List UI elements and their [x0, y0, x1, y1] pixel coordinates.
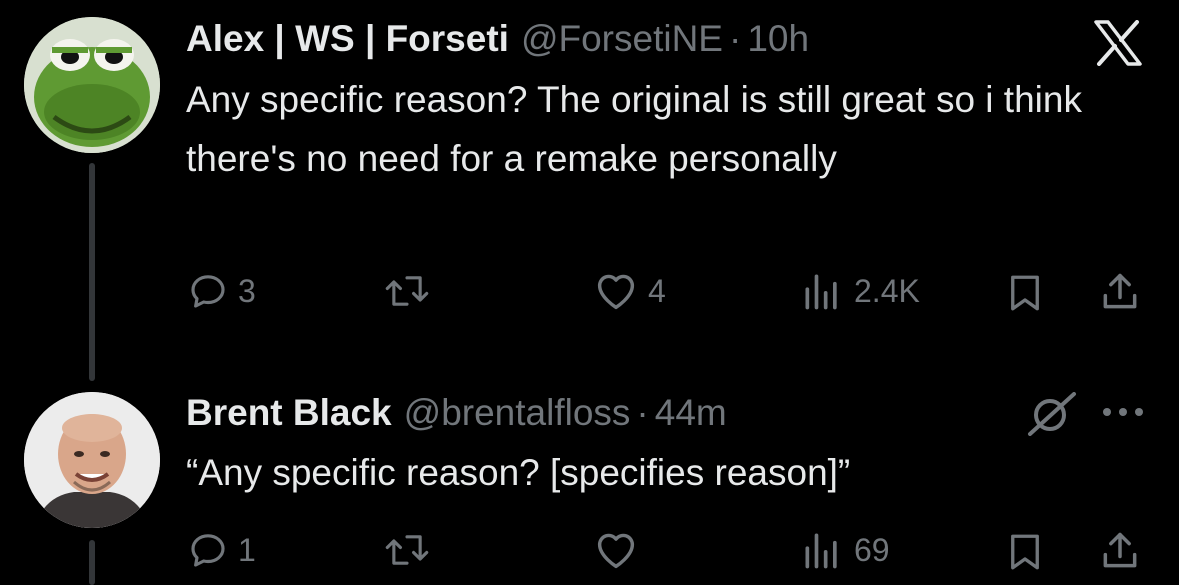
author-name[interactable]: Alex | WS | Forseti: [186, 18, 509, 60]
retweet-icon: [385, 276, 429, 306]
thread-line-top: [89, 163, 95, 381]
tweet-header: Brent Black @brentalfloss · 44m: [186, 392, 727, 436]
views-button[interactable]: 69: [800, 531, 890, 569]
tweet-text: “Any specific reason? [specifies reason]…: [186, 452, 851, 493]
timestamp[interactable]: 44m: [655, 392, 727, 434]
retweet-button[interactable]: [384, 530, 440, 570]
author-handle[interactable]: @ForsetiNE: [521, 18, 723, 60]
views-icon: [805, 274, 837, 310]
tweet-text: Any specific reason? The original is sti…: [186, 79, 1082, 179]
like-button[interactable]: 4: [594, 271, 666, 311]
separator-dot: ·: [728, 18, 742, 59]
author-name[interactable]: Brent Black: [186, 392, 392, 434]
more-dots-icon[interactable]: [1100, 404, 1146, 425]
reply-button[interactable]: 3: [188, 271, 256, 311]
x-logo-icon[interactable]: [1093, 20, 1143, 71]
like-count: 4: [648, 272, 666, 309]
retweet-button[interactable]: [384, 271, 440, 311]
grok-icon[interactable]: [1024, 392, 1080, 441]
view-count: 69: [854, 531, 890, 568]
share-button[interactable]: [1098, 529, 1142, 578]
separator-dot: ·: [636, 392, 649, 433]
reply-count: 3: [238, 272, 256, 309]
avatar[interactable]: [24, 17, 160, 153]
avatar[interactable]: [24, 392, 160, 528]
share-icon: [1103, 532, 1137, 568]
views-icon: [805, 533, 837, 569]
heart-icon: [597, 533, 635, 569]
thread-line-bottom: [89, 540, 95, 585]
bookmark-icon: [1011, 534, 1039, 570]
bookmark-button[interactable]: [1004, 272, 1046, 319]
bookmark-icon: [1011, 275, 1039, 311]
share-button[interactable]: [1098, 270, 1142, 319]
heart-icon: [597, 274, 635, 310]
share-icon: [1103, 273, 1137, 309]
views-button[interactable]: 2.4K: [800, 272, 920, 310]
reply-button[interactable]: 1: [188, 530, 256, 570]
author-handle[interactable]: @brentalfloss: [404, 392, 631, 434]
kermit-avatar-icon: [24, 17, 160, 153]
view-count: 2.4K: [854, 272, 920, 309]
bookmark-button[interactable]: [1004, 531, 1046, 578]
reply-icon: [191, 534, 225, 567]
retweet-icon: [385, 535, 429, 565]
like-button[interactable]: [594, 530, 648, 570]
reply-count: 1: [238, 531, 256, 568]
timestamp[interactable]: 10h: [747, 18, 809, 60]
person-avatar-icon: [24, 392, 160, 528]
tweet-header: Alex | WS | Forseti @ForsetiNE · 10h: [186, 18, 809, 62]
reply-icon: [191, 275, 225, 308]
